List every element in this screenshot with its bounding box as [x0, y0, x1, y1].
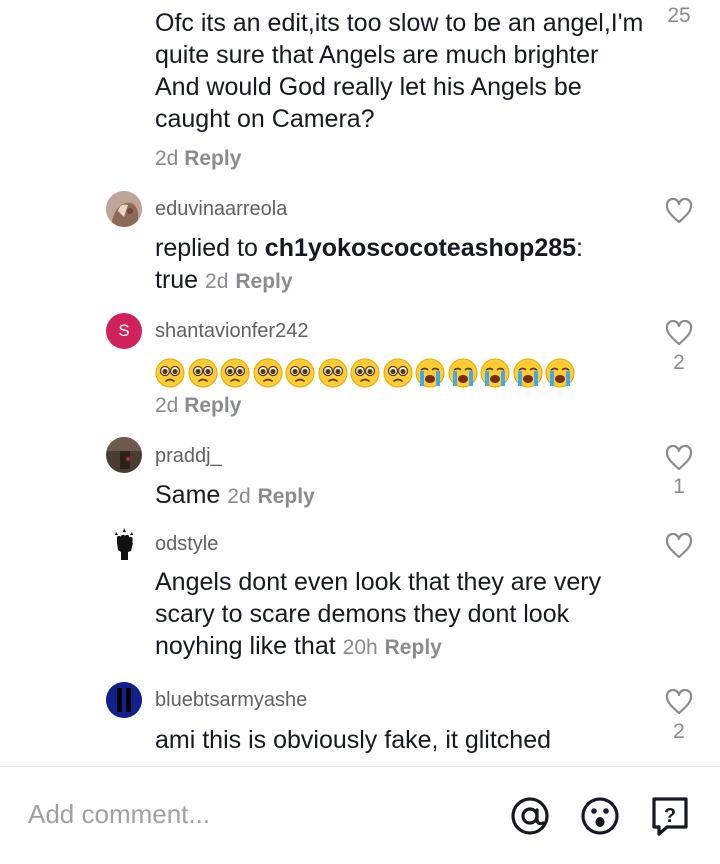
pleading-face-emoji-icon — [383, 358, 412, 388]
like-count: 25 — [667, 4, 691, 27]
pleading-face-emoji-icon — [285, 358, 315, 388]
mention-link[interactable]: ch1yokoscocoteashop285 — [265, 234, 576, 262]
comment-username[interactable]: odstyle — [155, 533, 218, 556]
crying-face-emoji-icon — [513, 358, 542, 388]
comment-text: Same 2d Reply — [155, 479, 645, 513]
comment-time: 2d — [155, 147, 179, 170]
add-comment-input[interactable]: Add comment... — [28, 799, 210, 830]
comment-meta: 2d Reply — [155, 143, 645, 175]
reply-button[interactable]: Reply — [184, 147, 241, 170]
pleading-face-emoji-icon — [350, 358, 380, 388]
comment-text: Ofc its an edit,its too slow to be an an… — [155, 9, 644, 133]
comment-body: true — [155, 266, 199, 294]
emoji-icon[interactable] — [579, 795, 621, 842]
comment-body: Angels dont even look that they are very… — [155, 568, 602, 660]
comment-meta: 2d Reply — [155, 390, 645, 422]
pleading-face-emoji-icon — [220, 358, 250, 388]
comment-time: 2d — [155, 394, 179, 417]
like-count: 2 — [673, 720, 685, 743]
question-box-icon[interactable]: ? — [650, 795, 690, 842]
comment-text: replied to ch1yokoscocoteashop285: true … — [155, 232, 645, 298]
comment-time: 2d — [205, 270, 229, 293]
crying-face-emoji-icon — [480, 358, 510, 388]
reply-button[interactable]: Reply — [235, 270, 292, 293]
heart-icon[interactable] — [665, 319, 693, 346]
avatar[interactable] — [106, 682, 142, 718]
heart-icon[interactable] — [665, 197, 693, 224]
raised-fist-icon — [115, 528, 133, 560]
comment-time: 20h — [342, 636, 378, 659]
comment-body: Same — [155, 481, 221, 509]
heart-icon[interactable] — [665, 444, 693, 471]
reply-suffix: : — [576, 234, 583, 262]
comment-username[interactable]: praddj_ — [155, 445, 222, 468]
crying-face-emoji-icon — [545, 358, 575, 388]
comment-text: ami this is obviously fake, it glitched — [155, 726, 552, 754]
like-count: 1 — [673, 475, 685, 498]
svg-text:?: ? — [664, 805, 676, 827]
comment-username[interactable]: shantavionfer242 — [155, 320, 308, 343]
emoji-row — [155, 356, 655, 388]
reply-prefix: replied to — [155, 234, 265, 262]
heart-icon[interactable] — [665, 688, 693, 715]
pleading-face-emoji-icon — [188, 358, 217, 388]
crying-face-emoji-icon — [448, 358, 477, 388]
reply-button[interactable]: Reply — [258, 485, 315, 508]
avatar[interactable] — [106, 526, 142, 562]
pleading-face-emoji-icon — [318, 358, 347, 388]
comment-composer: Add comment... ? — [0, 766, 720, 864]
avatar[interactable] — [106, 437, 142, 473]
comment-username[interactable]: bluebtsarmyashe — [155, 689, 307, 712]
avatar[interactable]: S — [106, 313, 142, 349]
avatar-letter: S — [118, 321, 130, 340]
comment-username[interactable]: eduvinaarreola — [155, 198, 287, 221]
pleading-face-emoji-icon — [253, 358, 282, 388]
heart-icon[interactable] — [665, 532, 693, 559]
comment-text: Angels dont even look that they are very… — [155, 566, 645, 664]
reply-button[interactable]: Reply — [184, 394, 241, 417]
comment-time: 2d — [227, 485, 251, 508]
pleading-face-emoji-icon — [155, 358, 185, 388]
avatar[interactable] — [106, 191, 142, 227]
reply-button[interactable]: Reply — [385, 636, 442, 659]
at-sign-icon[interactable] — [509, 795, 551, 842]
like-count: 2 — [673, 351, 685, 374]
crying-face-emoji-icon — [415, 358, 445, 388]
